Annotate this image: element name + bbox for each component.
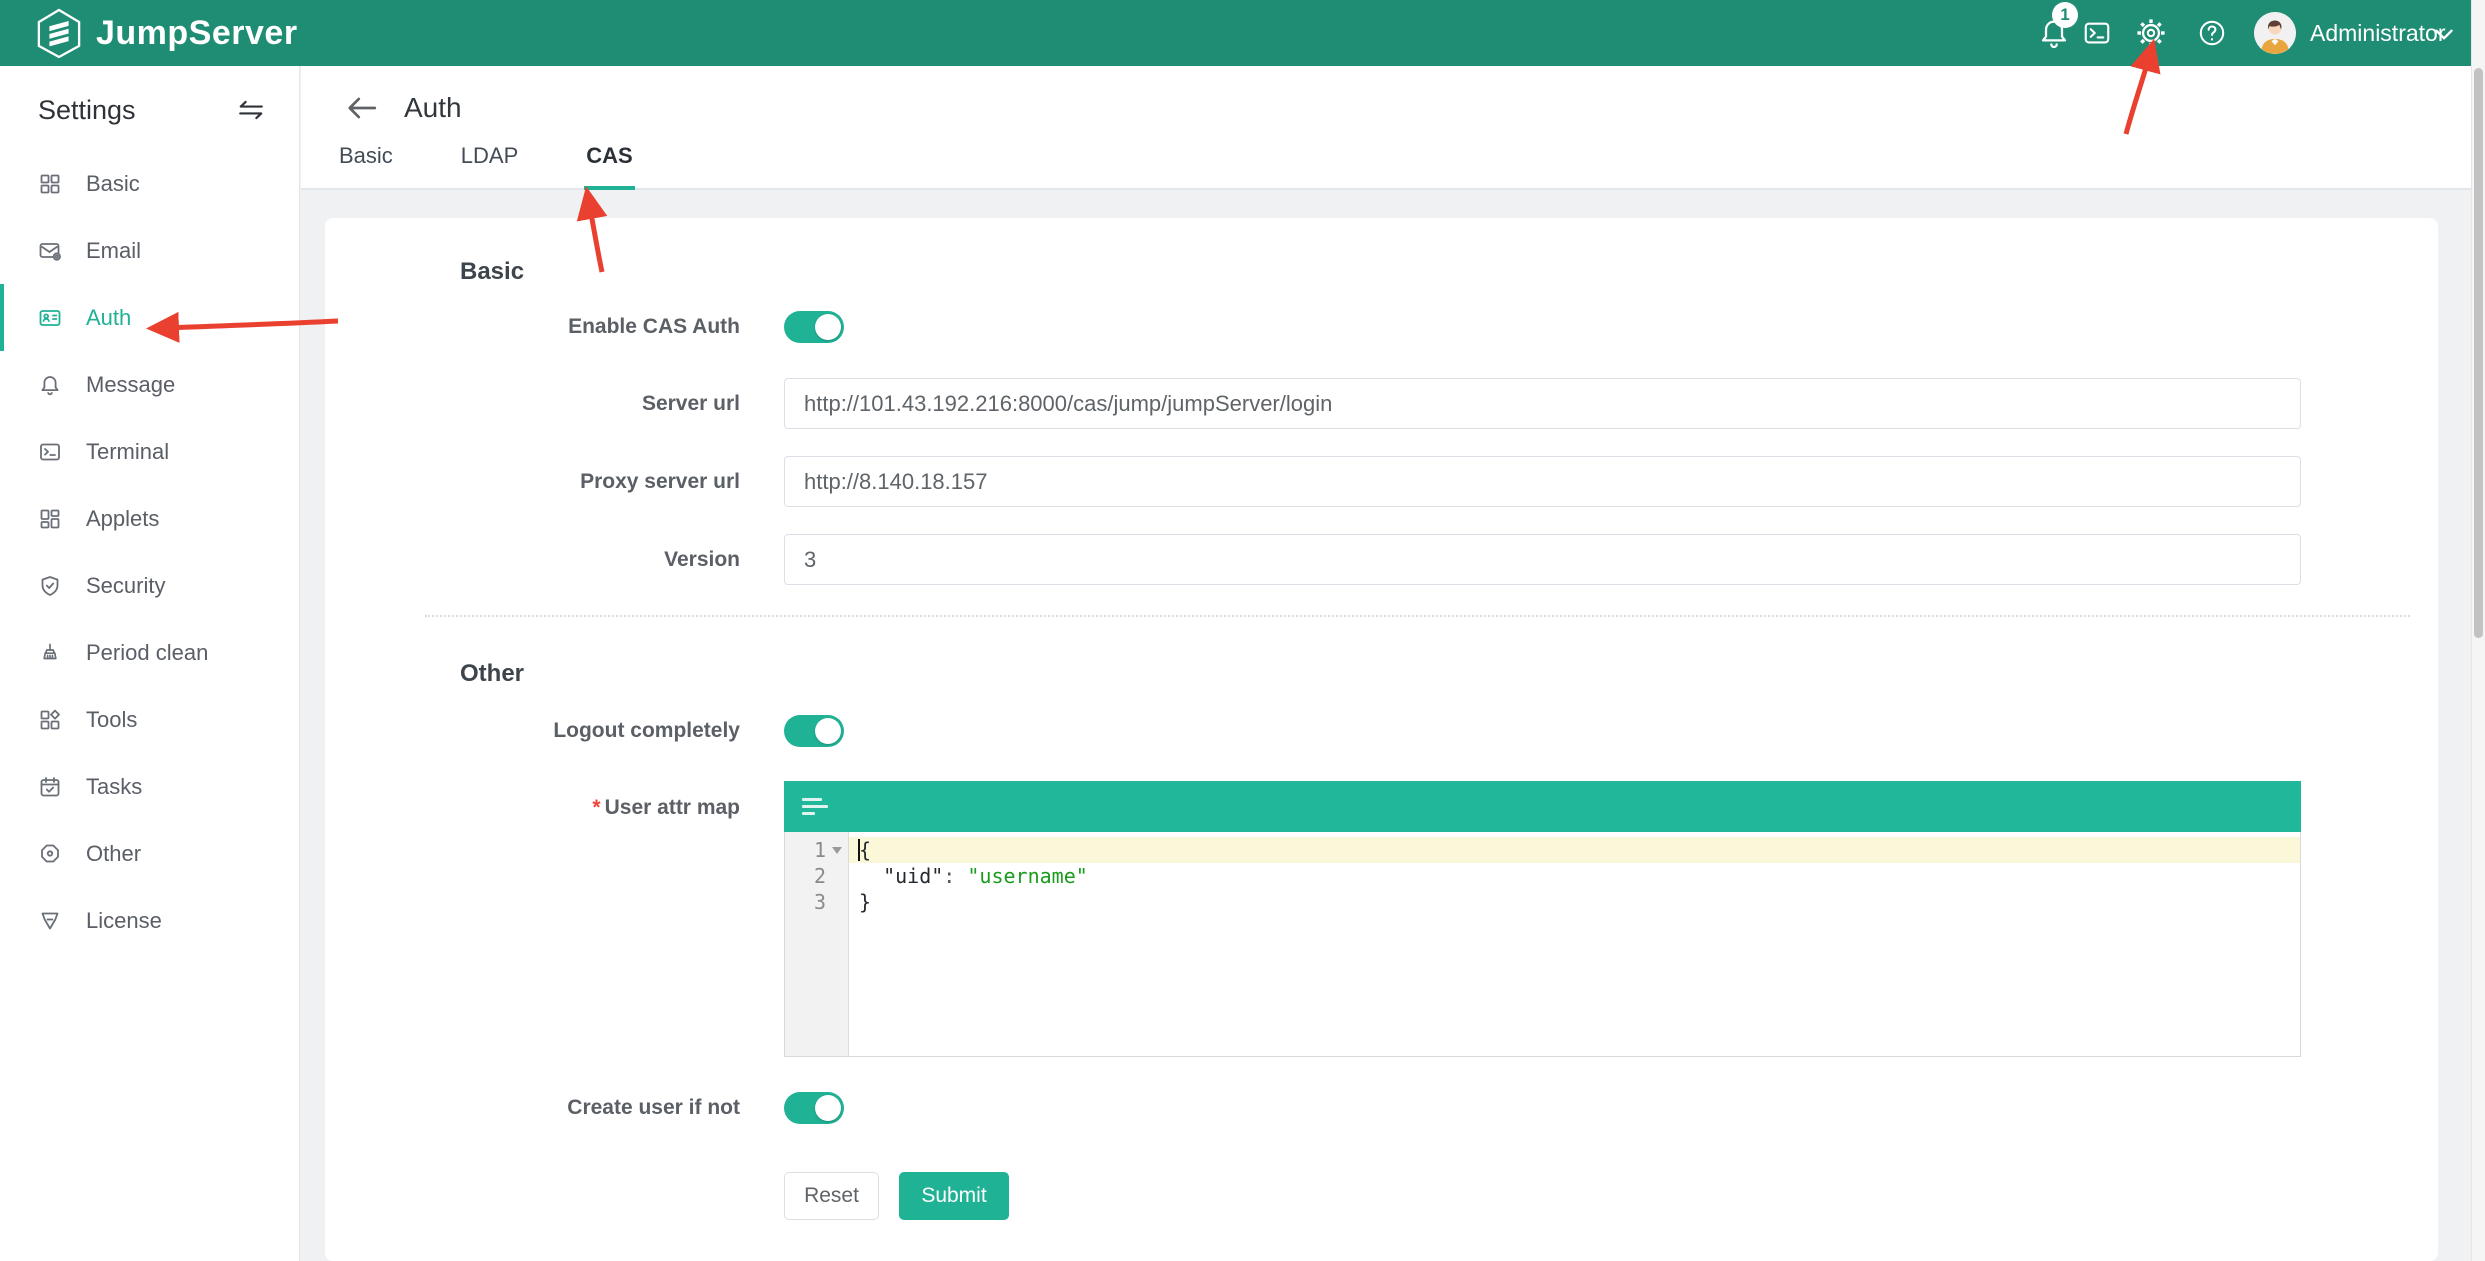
gear-icon bbox=[2134, 16, 2168, 50]
tab-cas[interactable]: CAS bbox=[584, 143, 634, 190]
user-menu[interactable]: Administrator bbox=[2310, 0, 2445, 66]
code-line-1: { bbox=[849, 837, 2300, 863]
line-number: 1 bbox=[785, 837, 848, 863]
fold-caret-icon[interactable] bbox=[832, 847, 842, 854]
octagon-dot-icon bbox=[38, 842, 62, 866]
help-button[interactable] bbox=[2196, 17, 2228, 49]
logo-text: JumpServer bbox=[96, 14, 298, 53]
create-user-label: Create user if not bbox=[325, 1092, 740, 1124]
tab-basic[interactable]: Basic bbox=[337, 143, 395, 190]
settings-button[interactable] bbox=[2134, 16, 2168, 50]
mail-gear-icon bbox=[38, 239, 62, 263]
sidebar-collapse-button[interactable] bbox=[237, 98, 265, 122]
top-bar: JumpServer 1 bbox=[0, 0, 2485, 66]
line-number: 3 bbox=[785, 889, 848, 915]
logout-completely-label: Logout completely bbox=[325, 715, 740, 747]
bell-icon bbox=[38, 373, 62, 397]
scrollbar-thumb[interactable] bbox=[2474, 68, 2483, 638]
required-asterisk: * bbox=[592, 796, 600, 819]
tab-ldap[interactable]: LDAP bbox=[459, 143, 520, 190]
editor-body[interactable]: 1 2 3 { "uid": "username" } bbox=[784, 832, 2301, 1057]
page-header: Auth Basic LDAP CAS bbox=[301, 66, 2485, 190]
proxy-url-label: Proxy server url bbox=[325, 456, 740, 507]
submit-button[interactable]: Submit bbox=[899, 1172, 1009, 1220]
sidebar-item-other[interactable]: Other bbox=[0, 820, 299, 887]
sidebar-item-tools[interactable]: Tools bbox=[0, 686, 299, 753]
version-input[interactable] bbox=[784, 534, 2301, 585]
sidebar-item-applets[interactable]: Applets bbox=[0, 485, 299, 552]
app-grid-icon bbox=[38, 507, 62, 531]
web-terminal-button[interactable] bbox=[2082, 18, 2112, 48]
sidebar-item-period-clean[interactable]: Period clean bbox=[0, 619, 299, 686]
back-button[interactable] bbox=[346, 95, 378, 121]
cas-settings-card: Basic Enable CAS Auth Server url Proxy s… bbox=[325, 218, 2438, 1261]
arrow-left-icon bbox=[346, 95, 378, 121]
editor-code[interactable]: { "uid": "username" } bbox=[849, 832, 2300, 1056]
section-title-basic: Basic bbox=[460, 258, 524, 286]
broom-icon bbox=[38, 641, 62, 665]
sidebar-item-auth[interactable]: Auth bbox=[0, 284, 299, 351]
terminal-window-icon bbox=[2082, 18, 2112, 48]
sidebar-item-license[interactable]: License bbox=[0, 887, 299, 954]
enable-cas-label: Enable CAS Auth bbox=[325, 311, 740, 343]
auth-tabs: Basic LDAP CAS bbox=[337, 143, 699, 190]
sidebar-item-security[interactable]: Security bbox=[0, 552, 299, 619]
toggle-knob bbox=[815, 314, 841, 340]
user-name-label: Administrator bbox=[2310, 20, 2445, 47]
editor-toolbar bbox=[784, 781, 2301, 832]
editor-gutter: 1 2 3 bbox=[785, 832, 849, 1056]
server-url-input[interactable] bbox=[784, 378, 2301, 429]
user-attr-map-label: *User attr map bbox=[325, 793, 740, 823]
section-title-other: Other bbox=[460, 660, 524, 688]
notification-count-badge[interactable]: 1 bbox=[2052, 2, 2078, 28]
page-title: Auth bbox=[404, 92, 462, 124]
code-line-3: } bbox=[849, 889, 2300, 915]
category-icon bbox=[38, 708, 62, 732]
grid-icon bbox=[38, 172, 62, 196]
server-url-label: Server url bbox=[325, 378, 740, 429]
sidebar-item-basic[interactable]: Basic bbox=[0, 150, 299, 217]
sidebar-title: Settings bbox=[38, 95, 136, 126]
calendar-check-icon bbox=[38, 775, 62, 799]
jumpserver-logo[interactable]: JumpServer bbox=[36, 8, 298, 58]
sidebar-item-email[interactable]: Email bbox=[0, 217, 299, 284]
avatar[interactable] bbox=[2254, 12, 2296, 54]
sidebar-item-tasks[interactable]: Tasks bbox=[0, 753, 299, 820]
section-divider bbox=[425, 615, 2410, 617]
sidebar-item-message[interactable]: Message bbox=[0, 351, 299, 418]
scrollbar-track[interactable] bbox=[2471, 0, 2485, 1261]
settings-sidebar: Settings Basic Email Auth bbox=[0, 66, 300, 1261]
chevron-down-icon[interactable] bbox=[2434, 28, 2454, 46]
tag-icon bbox=[38, 909, 62, 933]
id-card-icon bbox=[38, 306, 62, 330]
enable-cas-toggle[interactable] bbox=[784, 311, 844, 343]
toggle-knob bbox=[815, 718, 841, 744]
version-label: Version bbox=[325, 534, 740, 585]
toggle-knob bbox=[815, 1095, 841, 1121]
sidebar-item-terminal[interactable]: Terminal bbox=[0, 418, 299, 485]
format-lines-icon[interactable] bbox=[802, 798, 828, 815]
text-cursor bbox=[858, 839, 860, 861]
proxy-url-input[interactable] bbox=[784, 456, 2301, 507]
swap-arrows-icon bbox=[237, 98, 265, 122]
hexagon-logo-icon bbox=[36, 8, 82, 58]
page-body: Basic Enable CAS Auth Server url Proxy s… bbox=[301, 192, 2485, 1261]
reset-button[interactable]: Reset bbox=[784, 1172, 879, 1220]
help-circle-icon bbox=[2196, 17, 2228, 49]
code-line-2: "uid": "username" bbox=[849, 863, 2300, 889]
line-number: 2 bbox=[785, 863, 848, 889]
terminal-icon bbox=[38, 440, 62, 464]
jumpserver-app: JumpServer 1 bbox=[0, 0, 2485, 1261]
user-attr-map-editor[interactable]: 1 2 3 { "uid": "username" } bbox=[784, 781, 2301, 1057]
create-user-toggle[interactable] bbox=[784, 1092, 844, 1124]
shield-check-icon bbox=[38, 574, 62, 598]
sidebar-header: Settings bbox=[0, 88, 299, 132]
logout-completely-toggle[interactable] bbox=[784, 715, 844, 747]
sidebar-menu: Basic Email Auth Message Terminal Applet… bbox=[0, 150, 299, 954]
